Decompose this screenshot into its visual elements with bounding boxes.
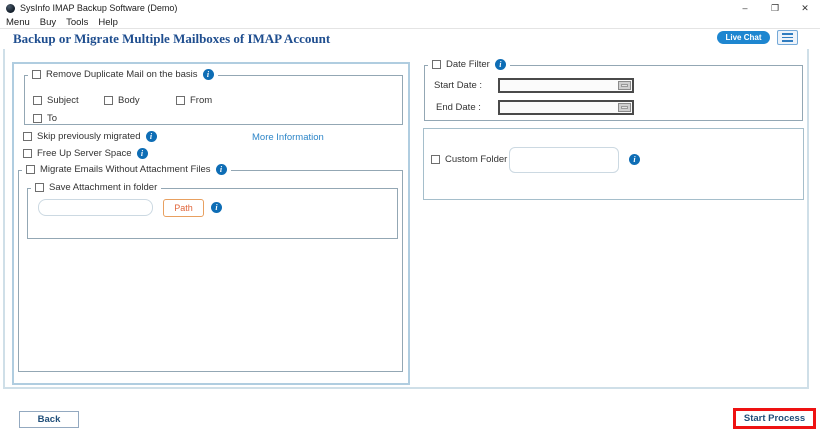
- live-chat-button[interactable]: Live Chat: [717, 31, 770, 44]
- path-button[interactable]: Path: [163, 199, 204, 217]
- from-label: From: [190, 95, 212, 106]
- skip-previously-migrated-checkbox[interactable]: [23, 132, 32, 141]
- body-label: Body: [118, 95, 140, 106]
- custom-folder-input[interactable]: [509, 147, 619, 173]
- info-icon[interactable]: i: [203, 69, 214, 80]
- info-icon[interactable]: i: [146, 131, 157, 142]
- to-checkbox[interactable]: [33, 114, 42, 123]
- calendar-icon[interactable]: [618, 103, 631, 112]
- body-checkbox[interactable]: [104, 96, 113, 105]
- info-icon[interactable]: i: [629, 154, 640, 165]
- remove-duplicate-checkbox[interactable]: [32, 70, 41, 79]
- start-process-button[interactable]: Start Process: [733, 408, 816, 429]
- minimize-icon[interactable]: –: [730, 0, 760, 16]
- info-icon[interactable]: i: [495, 59, 506, 70]
- custom-folder-group: Custom Folder Name i: [423, 128, 804, 200]
- subject-label: Subject: [47, 95, 79, 106]
- menu-bar: Menu Buy Tools Help: [0, 16, 820, 29]
- menu-item-tools[interactable]: Tools: [66, 17, 88, 28]
- end-date-label: End Date :: [436, 102, 481, 113]
- menu-item-buy[interactable]: Buy: [40, 17, 56, 28]
- close-icon[interactable]: ✕: [790, 0, 820, 16]
- remove-duplicate-group: Remove Duplicate Mail on the basis i Sub…: [24, 75, 403, 125]
- end-date-input[interactable]: [498, 100, 634, 115]
- back-button[interactable]: Back: [19, 411, 79, 428]
- page-title: Backup or Migrate Multiple Mailboxes of …: [13, 31, 330, 47]
- custom-folder-checkbox[interactable]: [431, 155, 440, 164]
- info-icon[interactable]: i: [211, 202, 222, 213]
- window-title: SysInfo IMAP Backup Software (Demo): [20, 3, 177, 13]
- restore-icon[interactable]: ❐: [760, 0, 790, 16]
- start-date-input[interactable]: [498, 78, 634, 93]
- info-icon[interactable]: i: [216, 164, 227, 175]
- migrate-without-attachments-checkbox[interactable]: [26, 165, 35, 174]
- skip-previously-migrated-label: Skip previously migrated: [37, 131, 141, 142]
- free-up-server-space-label: Free Up Server Space: [37, 148, 132, 159]
- subject-checkbox[interactable]: [33, 96, 42, 105]
- save-attachment-label: Save Attachment in folder: [49, 182, 157, 193]
- more-information-link[interactable]: More Information: [252, 132, 324, 143]
- free-up-server-space-checkbox[interactable]: [23, 149, 32, 158]
- info-icon[interactable]: i: [137, 148, 148, 159]
- app-logo-icon: [6, 4, 15, 13]
- migrate-without-attachments-label: Migrate Emails Without Attachment Files: [40, 164, 211, 175]
- remove-duplicate-label: Remove Duplicate Mail on the basis: [46, 69, 198, 80]
- start-date-label: Start Date :: [434, 80, 482, 91]
- date-filter-label: Date Filter: [446, 59, 490, 70]
- hamburger-line: [782, 40, 793, 42]
- from-checkbox[interactable]: [176, 96, 185, 105]
- menu-item-menu[interactable]: Menu: [6, 17, 30, 28]
- date-filter-group: Date Filter i Start Date : End Date :: [424, 65, 803, 121]
- calendar-icon[interactable]: [618, 81, 631, 90]
- date-filter-checkbox[interactable]: [432, 60, 441, 69]
- save-attachment-group: Save Attachment in folder: [27, 188, 398, 239]
- title-bar: SysInfo IMAP Backup Software (Demo) – ❐ …: [0, 0, 820, 16]
- attachment-path-input[interactable]: [38, 199, 153, 216]
- hamburger-menu-icon[interactable]: [777, 30, 798, 45]
- hamburger-line: [782, 37, 793, 39]
- menu-item-help[interactable]: Help: [98, 17, 118, 28]
- to-label: To: [47, 113, 57, 124]
- hamburger-line: [782, 33, 793, 35]
- save-attachment-checkbox[interactable]: [35, 183, 44, 192]
- window-controls: – ❐ ✕: [730, 0, 820, 16]
